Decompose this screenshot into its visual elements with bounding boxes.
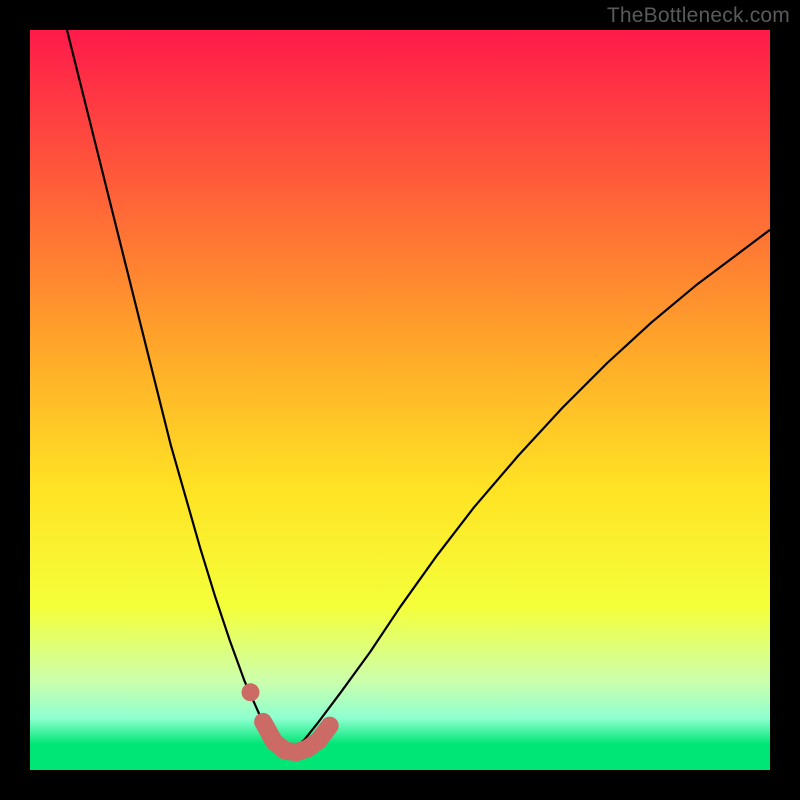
watermark-text: TheBottleneck.com [607, 4, 790, 28]
bottleneck-chart: TheBottleneck.com [0, 0, 800, 800]
gradient-background [30, 30, 770, 770]
frame-border [770, 0, 800, 800]
frame-border [0, 0, 30, 800]
plot-area [30, 30, 770, 770]
frame-border [0, 770, 800, 800]
highlight-dot [242, 683, 260, 701]
